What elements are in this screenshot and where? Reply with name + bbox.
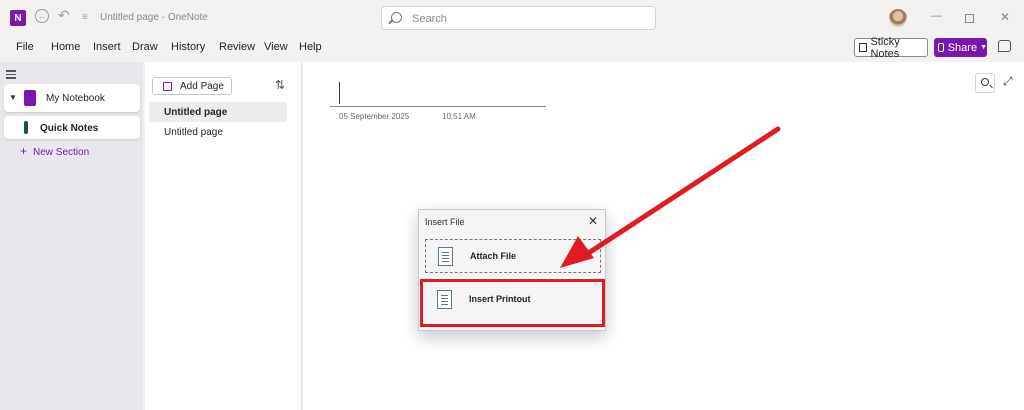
close-button[interactable]: ✕ <box>1000 10 1010 24</box>
share-label: Share <box>947 41 978 54</box>
page-date: 05 September 2025 <box>339 112 410 121</box>
minimize-button[interactable]: — <box>931 10 942 22</box>
dialog-title: Insert File <box>425 217 465 227</box>
menu-review[interactable]: Review <box>219 41 255 53</box>
menu-history[interactable]: History <box>171 41 205 53</box>
highlight-box <box>420 279 605 327</box>
onenote-logo-icon: N <box>10 10 26 26</box>
menu-home[interactable]: Home <box>51 41 80 53</box>
add-page-label: Add Page <box>180 80 224 92</box>
section-color-marker <box>24 121 28 134</box>
menu-view[interactable]: View <box>264 41 288 53</box>
new-section-label: New Section <box>33 147 90 158</box>
section-name: Quick Notes <box>40 123 99 134</box>
title-bar: N ← ↶ ≡ Untitled page - OneNote Search —… <box>0 0 1024 36</box>
page-list-pane: Add Page ⇅ Untitled page Untitled page <box>145 62 302 410</box>
expand-icon[interactable]: ⤢ <box>1003 74 1013 89</box>
add-page-icon <box>163 81 172 91</box>
search-box[interactable]: Search <box>381 6 656 30</box>
menu-help[interactable]: Help <box>299 41 322 53</box>
menu-file[interactable]: File <box>16 41 34 53</box>
text-cursor <box>339 82 340 104</box>
canvas-search-button[interactable] <box>975 73 995 93</box>
add-page-button[interactable]: Add Page <box>152 77 232 95</box>
sort-icon[interactable]: ⇅ <box>275 78 285 92</box>
undo-icon[interactable]: ↶ <box>58 7 70 24</box>
customize-toolbar-icon[interactable]: ≡ <box>82 12 88 23</box>
notebook-name: My Notebook <box>46 93 105 104</box>
page-item[interactable]: Untitled page <box>149 122 287 142</box>
sticky-note-icon <box>859 43 868 52</box>
new-section-button[interactable]: + New Section <box>20 144 89 158</box>
back-icon[interactable]: ← <box>35 9 49 23</box>
search-placeholder: Search <box>412 13 447 25</box>
attach-file-label: Attach File <box>470 251 517 261</box>
plus-icon: + <box>20 144 28 158</box>
page-title-field[interactable] <box>330 106 546 107</box>
menu-insert[interactable]: Insert <box>93 41 121 53</box>
share-button[interactable]: Share ▼ <box>934 38 987 57</box>
notebook-selector[interactable]: ▼ My Notebook <box>4 84 140 112</box>
sticky-notes-label: Sticky Notes <box>870 35 900 60</box>
note-canvas[interactable]: 05 September 2025 10:51 AM ⤢ <box>303 62 1024 410</box>
hamburger-icon[interactable] <box>6 70 16 81</box>
page-item-selected[interactable]: Untitled page <box>149 102 287 122</box>
section-quick-notes[interactable]: Quick Notes <box>4 116 140 139</box>
page-time: 10:51 AM <box>442 112 476 121</box>
attach-file-option[interactable]: Attach File <box>425 239 601 273</box>
chevron-down-icon: ▼ <box>980 44 987 51</box>
menu-draw[interactable]: Draw <box>132 41 158 53</box>
sticky-notes-button[interactable]: Sticky Notes <box>854 35 928 60</box>
notebook-icon <box>24 90 36 106</box>
share-icon <box>938 43 944 52</box>
search-icon <box>981 78 989 86</box>
maximize-button[interactable] <box>965 14 974 23</box>
notebook-pane: ▼ My Notebook Quick Notes + New Section <box>0 62 143 410</box>
document-icon <box>438 247 453 266</box>
search-icon <box>391 12 402 23</box>
feedback-icon[interactable] <box>998 40 1011 52</box>
window-title: Untitled page - OneNote <box>100 12 208 23</box>
avatar[interactable] <box>889 9 907 27</box>
close-icon[interactable]: ✕ <box>588 214 598 228</box>
chevron-down-icon: ▼ <box>9 93 17 102</box>
